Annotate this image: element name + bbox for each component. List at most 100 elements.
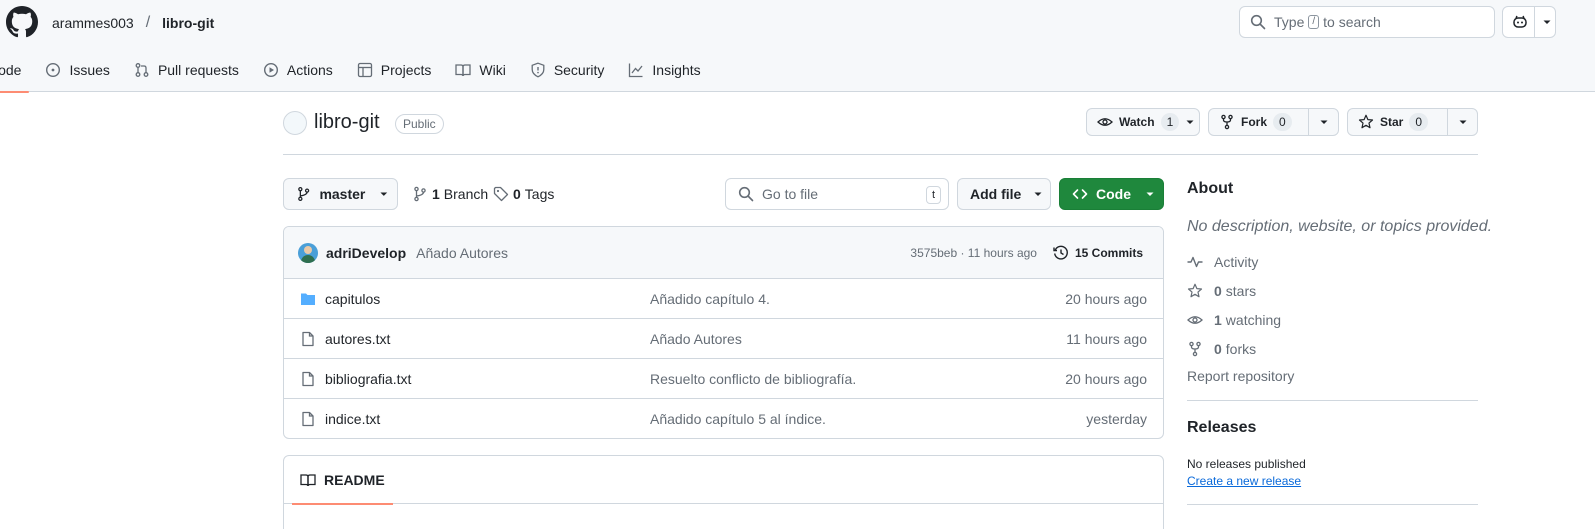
commit-author[interactable]: adriDevelop xyxy=(326,245,406,261)
file-name[interactable]: indice.txt xyxy=(325,411,380,427)
chevron-down-icon xyxy=(1146,192,1154,196)
file-name[interactable]: autores.txt xyxy=(325,331,390,347)
table-row[interactable]: bibliografia.txt Resuelto conflicto de b… xyxy=(284,359,1163,399)
search-icon xyxy=(1250,14,1266,30)
file-icon xyxy=(302,371,314,387)
chevron-down-icon xyxy=(1459,120,1467,124)
readme-panel: README xyxy=(283,455,1164,529)
star-dropdown[interactable] xyxy=(1447,109,1477,135)
tags-link[interactable]: 0 Tags xyxy=(493,186,554,202)
commit-message[interactable]: Añado Autores xyxy=(416,245,508,261)
eye-icon xyxy=(1097,118,1113,126)
star-icon xyxy=(1358,114,1374,129)
watch-label: Watch xyxy=(1119,115,1155,129)
eye-icon xyxy=(1187,316,1203,324)
tab-wiki[interactable]: Wiki xyxy=(447,48,513,92)
tab-issues-label: Issues xyxy=(69,62,110,78)
go-to-file-input[interactable]: Go to file t xyxy=(725,178,949,210)
file-icon xyxy=(302,411,314,427)
shield-icon xyxy=(531,62,545,78)
tab-security[interactable]: Security xyxy=(522,48,613,92)
commits-link[interactable]: 15 Commits xyxy=(1053,245,1143,261)
book-icon xyxy=(455,64,472,77)
repo-title[interactable]: libro-git xyxy=(314,111,380,134)
graph-icon xyxy=(629,63,643,78)
create-release-link[interactable]: Create a new release xyxy=(1187,474,1478,488)
go-to-file-placeholder: Go to file xyxy=(762,186,819,202)
tab-code-label: Code xyxy=(0,62,22,78)
branches-count: 1 xyxy=(432,186,440,202)
code-button[interactable]: Code xyxy=(1059,178,1164,210)
forks-link[interactable]: 0 forks xyxy=(1187,339,1478,359)
branch-icon xyxy=(414,186,426,202)
file-browser: adriDevelop Añado Autores 3575beb · 11 h… xyxy=(283,226,1164,439)
table-row[interactable]: autores.txt Añado Autores 11 hours ago xyxy=(284,319,1163,359)
file-commit-message[interactable]: Resuelto conflicto de bibliografía. xyxy=(650,371,856,387)
activity-link[interactable]: Activity xyxy=(1187,252,1478,272)
copilot-divider xyxy=(1534,7,1535,37)
watch-main[interactable]: Watch 1 xyxy=(1087,109,1209,135)
report-repository-link[interactable]: Report repository xyxy=(1187,368,1478,384)
commit-meta: 3575beb · 11 hours ago 15 Commits xyxy=(910,227,1143,279)
tab-issues[interactable]: Issues xyxy=(37,48,117,92)
readme-header: README xyxy=(284,456,1163,505)
add-file-label: Add file xyxy=(970,186,1022,202)
sidebar-divider xyxy=(1187,400,1478,401)
fork-count: 0 xyxy=(1273,113,1292,131)
file-name[interactable]: capitulos xyxy=(325,291,380,307)
branch-selector[interactable]: master xyxy=(283,178,398,210)
copilot-button[interactable] xyxy=(1502,6,1556,38)
releases-title[interactable]: Releases xyxy=(1187,419,1478,437)
search-input[interactable]: Type / to search xyxy=(1239,6,1495,38)
branches-label: Branch xyxy=(443,186,489,202)
file-commit-message[interactable]: Añado Autores xyxy=(650,331,742,347)
file-date: yesterday xyxy=(1086,411,1147,427)
tab-actions[interactable]: Actions xyxy=(255,48,341,92)
github-logo-icon[interactable] xyxy=(6,6,38,38)
stars-link[interactable]: 0 stars xyxy=(1187,281,1478,301)
breadcrumb-separator: / xyxy=(145,14,151,31)
file-name[interactable]: bibliografia.txt xyxy=(325,371,411,387)
watch-count: 1 xyxy=(1160,113,1180,131)
table-row[interactable]: capitulos Añadido capítulo 4. 20 hours a… xyxy=(284,279,1163,319)
repo-owner-avatar xyxy=(283,111,307,135)
tag-icon xyxy=(493,186,509,202)
repo-nav: Code Issues Pull requests Actions Projec… xyxy=(0,48,717,93)
star-button[interactable]: Star 0 xyxy=(1347,108,1478,136)
file-commit-message[interactable]: Añadido capítulo 4. xyxy=(650,291,770,307)
branches-link[interactable]: 1 Branch xyxy=(412,186,488,202)
add-file-button[interactable]: Add file xyxy=(957,178,1051,210)
file-icon xyxy=(302,331,314,347)
forks-label: forks xyxy=(1225,341,1257,357)
tab-readme[interactable]: README xyxy=(292,456,393,505)
repo-link[interactable]: libro-git xyxy=(162,15,214,31)
fork-icon xyxy=(1221,114,1233,130)
tab-actions-label: Actions xyxy=(286,62,333,78)
chevron-down-icon[interactable] xyxy=(1542,17,1552,27)
file-date: 11 hours ago xyxy=(1066,331,1147,347)
code-button-label: Code xyxy=(1096,186,1131,202)
branch-name: master xyxy=(319,186,366,202)
branch-icon xyxy=(298,187,310,201)
tab-code[interactable]: Code xyxy=(0,48,30,93)
watching-label: watching xyxy=(1225,312,1282,328)
avatar[interactable] xyxy=(298,242,318,263)
fork-button[interactable]: Fork 0 xyxy=(1208,108,1339,136)
star-count: 0 xyxy=(1409,113,1429,131)
commit-sha-time[interactable]: 3575beb · 11 hours ago xyxy=(910,246,1037,260)
tab-insights[interactable]: Insights xyxy=(620,48,708,92)
tab-projects[interactable]: Projects xyxy=(349,48,440,92)
owner-link[interactable]: arammes003 xyxy=(52,15,134,31)
tab-pull-requests[interactable]: Pull requests xyxy=(126,48,247,92)
fork-main[interactable]: Fork 0 xyxy=(1209,109,1308,135)
watch-button[interactable]: Watch 1 xyxy=(1086,108,1200,136)
file-date: 20 hours ago xyxy=(1065,291,1147,307)
chevron-down-icon xyxy=(1320,120,1328,124)
fork-dropdown[interactable] xyxy=(1308,109,1338,135)
code-icon xyxy=(1072,189,1088,199)
watchers-link[interactable]: 1 watching xyxy=(1187,310,1478,330)
file-commit-message[interactable]: Añadido capítulo 5 al índice. xyxy=(650,411,826,427)
tags-count: 0 xyxy=(513,186,521,202)
star-main[interactable]: Star 0 xyxy=(1348,109,1447,135)
table-row[interactable]: indice.txt Añadido capítulo 5 al índice.… xyxy=(284,399,1163,438)
